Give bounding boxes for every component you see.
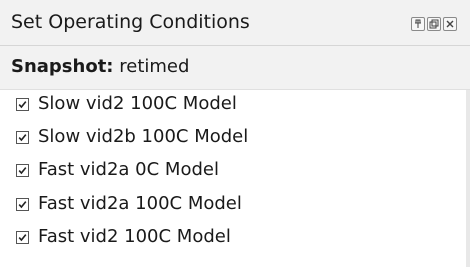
condition-label: Slow vid2 100C Model [38,93,237,114]
condition-checkbox[interactable] [16,131,29,144]
panel-titlebar: Set Operating Conditions [0,0,470,46]
condition-checkbox[interactable] [16,231,29,244]
condition-label: Fast vid2a 0C Model [38,159,219,180]
condition-item[interactable]: Slow vid2b 100C Model [0,123,470,153]
snapshot-value: retimed [119,56,190,77]
snapshot-label: Snapshot: [11,56,114,77]
condition-item[interactable]: Fast vid2a 100C Model [0,190,470,220]
condition-checkbox[interactable] [16,164,29,177]
condition-checkbox[interactable] [16,98,29,111]
condition-label: Fast vid2a 100C Model [38,193,242,214]
operating-conditions-panel: Set Operating Conditions Snapshot: retim… [0,0,470,267]
restore-icon[interactable] [427,17,441,31]
titlebar-buttons [411,17,457,31]
snapshot-text: Snapshot: retimed [11,56,189,78]
snapshot-row: Snapshot: retimed [0,46,470,90]
condition-checkbox[interactable] [16,198,29,211]
condition-item[interactable]: Fast vid2a 0C Model [0,156,470,186]
condition-item[interactable]: Fast vid2 100C Model [0,223,470,253]
condition-label: Slow vid2b 100C Model [38,126,249,147]
close-icon[interactable] [443,17,457,31]
panel-title: Set Operating Conditions [11,11,250,33]
condition-label: Fast vid2 100C Model [38,226,231,247]
scrollbar-track[interactable] [466,90,470,267]
pin-icon[interactable] [411,17,425,31]
condition-item[interactable]: Slow vid2 100C Model [0,90,470,120]
